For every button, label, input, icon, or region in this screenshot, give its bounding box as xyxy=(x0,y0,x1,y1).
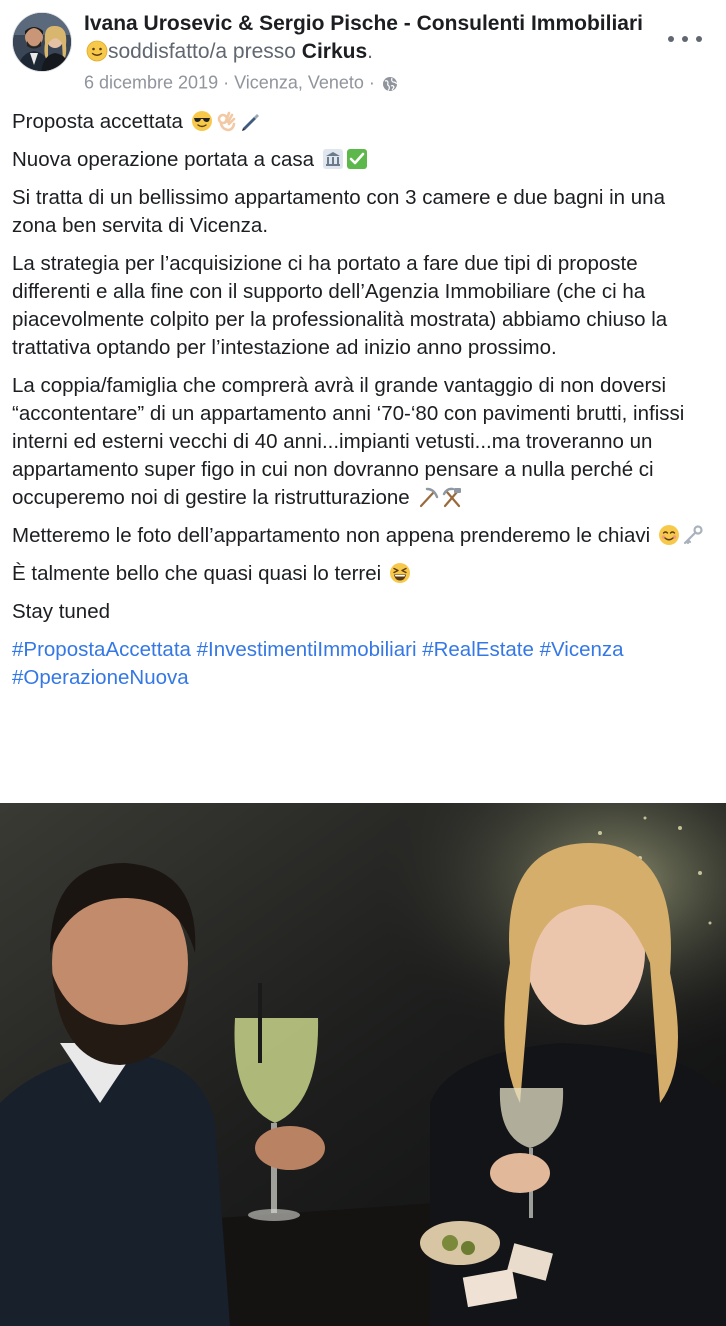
hashtag-link[interactable]: #RealEstate xyxy=(422,638,534,661)
feeling-text: soddisfatto/a presso xyxy=(108,40,296,63)
pick-icon xyxy=(417,486,439,508)
sunglasses-face-icon xyxy=(191,110,213,132)
hashtag-link[interactable]: #Vicenza xyxy=(540,638,624,661)
paragraph-5: La coppia/famiglia che comprerà avrà il … xyxy=(12,374,685,509)
post-meta: 6 dicembre 2019 · Vicenza, Veneto · xyxy=(84,69,398,94)
paragraph-3: Si tratta di un bellissimo appartamento … xyxy=(12,186,665,237)
post-header: Ivana Urosevic & Sergio Pische - Consule… xyxy=(0,0,726,100)
grinning-squinting-face-icon xyxy=(389,562,411,584)
more-options-icon xyxy=(668,36,674,42)
paragraph-1: Proposta accettata xyxy=(12,108,712,136)
paragraph-6: Metteremo le foto dell’appartamento non … xyxy=(12,522,712,550)
paragraph-2: Nuova operazione portata a casa xyxy=(12,146,712,174)
bank-building-icon xyxy=(322,148,344,170)
meta-separator: · xyxy=(223,72,230,93)
slightly-smiling-face-icon xyxy=(86,40,108,62)
meta-separator: · xyxy=(368,72,375,93)
check-mark-box-icon xyxy=(346,148,368,170)
more-options-button[interactable] xyxy=(668,28,702,50)
globe-icon[interactable] xyxy=(382,74,398,92)
smiling-face-icon xyxy=(658,524,680,546)
ok-hand-icon xyxy=(215,110,237,132)
author-name[interactable]: Ivana Urosevic & Sergio Pische - Consule… xyxy=(84,12,643,35)
paragraph-7: È talmente bello che quasi quasi lo terr… xyxy=(12,560,712,588)
post-location[interactable]: Vicenza, Veneto xyxy=(234,72,364,92)
key-icon xyxy=(682,524,704,546)
place-suffix: . xyxy=(367,40,373,63)
hashtag-list: #PropostaAccettata #InvestimentiImmobili… xyxy=(12,636,712,692)
author-avatar[interactable] xyxy=(12,12,72,72)
hashtag-link[interactable]: #OperazioneNuova xyxy=(12,666,189,689)
post-date[interactable]: 6 dicembre 2019 xyxy=(84,72,218,92)
hashtag-link[interactable]: #PropostaAccettata xyxy=(12,638,191,661)
pen-icon xyxy=(239,110,261,132)
hashtag-link[interactable]: #InvestimentiImmobiliari xyxy=(197,638,417,661)
post-photo[interactable] xyxy=(0,803,726,1326)
post-body: Proposta accettata Nuova operazione port… xyxy=(12,108,712,702)
place-link[interactable]: Cirkus xyxy=(302,40,367,63)
post-title-line: Ivana Urosevic & Sergio Pische - Consule… xyxy=(84,10,664,66)
paragraph-8: Stay tuned xyxy=(12,600,111,623)
hammer-and-pick-icon xyxy=(441,486,463,508)
paragraph-4: La strategia per l’acquisizione ci ha po… xyxy=(12,252,668,359)
